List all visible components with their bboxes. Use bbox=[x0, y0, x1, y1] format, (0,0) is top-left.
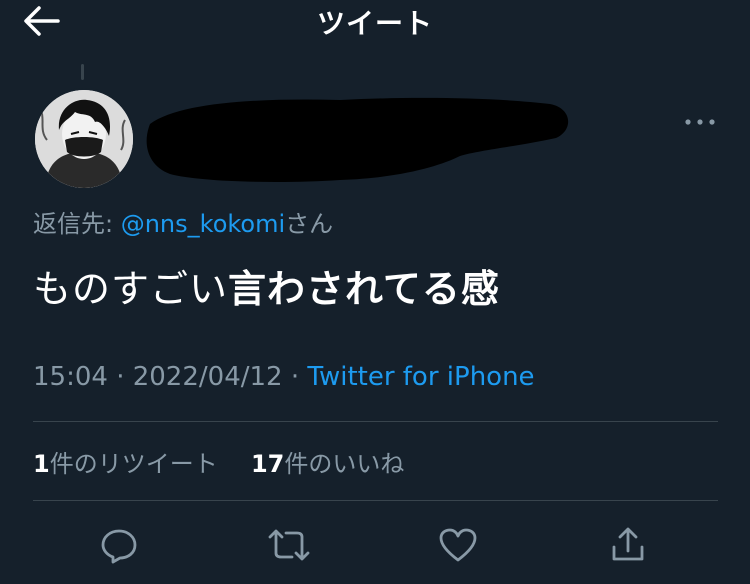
action-bar bbox=[0, 520, 750, 570]
divider bbox=[33, 421, 718, 422]
retweet-count: 1 bbox=[33, 450, 50, 478]
tweet-time: 15:04 · 2022/04/12 · bbox=[33, 362, 308, 392]
tweet-text-bold: 言わされてる感 bbox=[228, 267, 500, 311]
heart-icon[interactable] bbox=[433, 520, 483, 570]
reply-icon[interactable] bbox=[94, 520, 144, 570]
tweet-text-plain: ものすごい bbox=[33, 267, 229, 311]
like-label: 件のいいね bbox=[284, 450, 405, 478]
tweet-text: ものすごい言わされてる感 bbox=[33, 258, 500, 313]
reply-handle-link[interactable]: @nns_kokomi bbox=[121, 210, 285, 238]
avatar[interactable] bbox=[33, 88, 135, 190]
redacted-display-name bbox=[140, 94, 572, 186]
reply-suffix: さん bbox=[285, 210, 334, 238]
retweet-count-link[interactable]: 1件のリツイート bbox=[33, 450, 218, 478]
top-bar: ツイート bbox=[0, 0, 750, 44]
retweet-icon[interactable] bbox=[264, 520, 314, 570]
thread-connector-line bbox=[81, 64, 84, 80]
reply-to-line: 返信先: @nns_kokomiさん bbox=[33, 204, 333, 239]
like-count-link[interactable]: 17件のいいね bbox=[251, 450, 404, 478]
engagement-stats: 1件のリツイート 17件のいいね bbox=[33, 444, 404, 479]
more-options-icon[interactable] bbox=[680, 108, 720, 136]
tweet-timestamp: 15:04 · 2022/04/12 · Twitter for iPhone bbox=[33, 362, 535, 392]
tweet-source-link[interactable]: Twitter for iPhone bbox=[307, 362, 534, 392]
share-icon[interactable] bbox=[603, 520, 653, 570]
like-count: 17 bbox=[250, 450, 285, 478]
reply-prefix: 返信先: bbox=[33, 210, 121, 238]
divider bbox=[33, 500, 718, 501]
retweet-label: 件のリツイート bbox=[49, 450, 218, 478]
page-title: ツイート bbox=[316, 7, 433, 40]
